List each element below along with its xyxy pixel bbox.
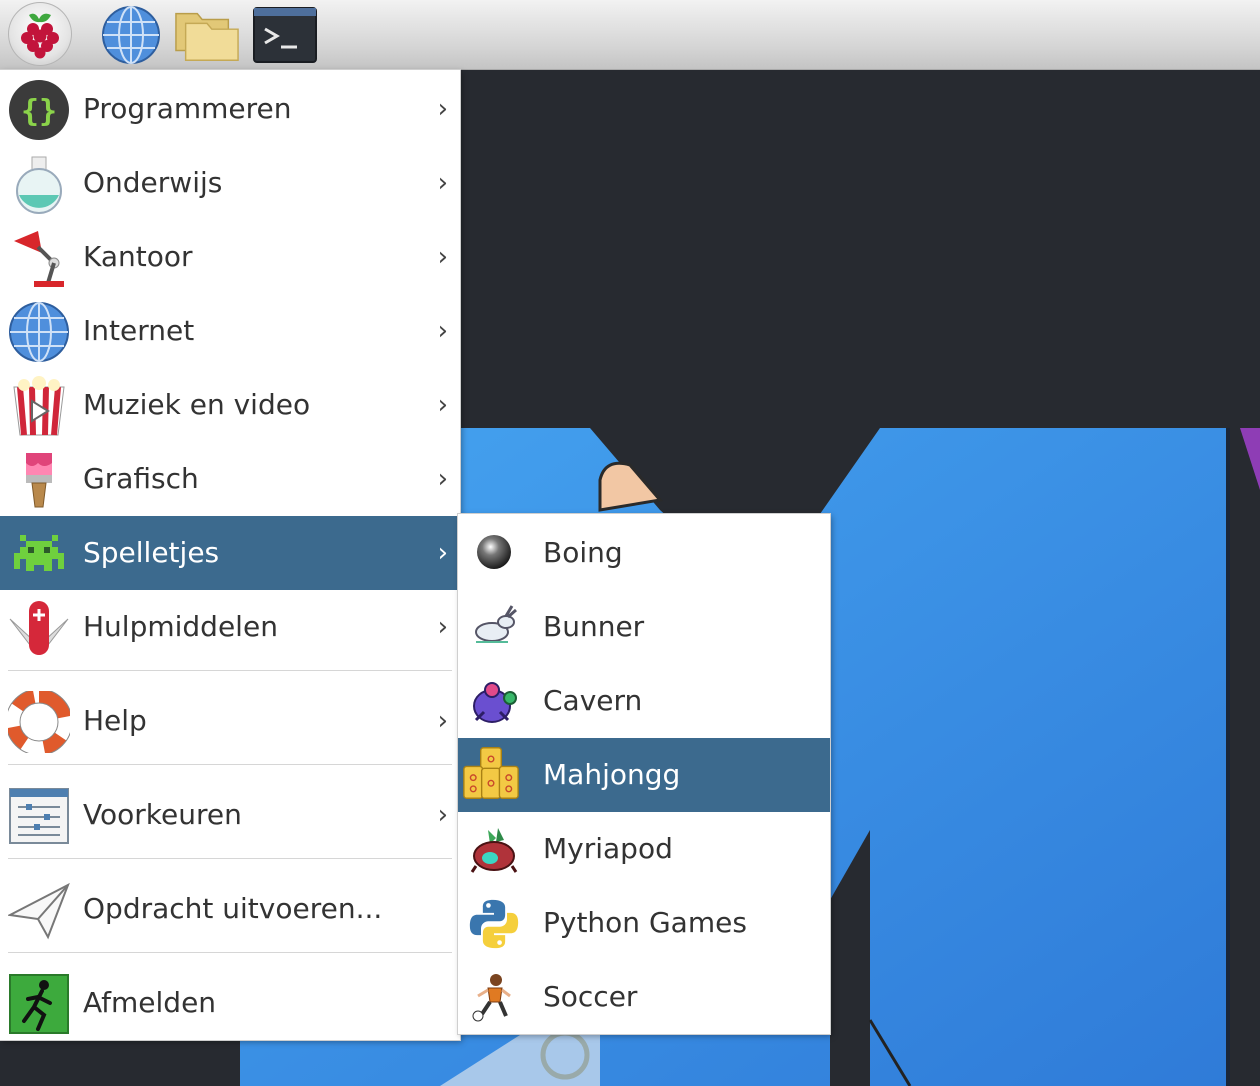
menu-item-cavern[interactable]: Cavern (458, 664, 830, 738)
raspberry-menu-button[interactable] (8, 2, 72, 66)
menu-item-label: Hulpmiddelen (83, 610, 278, 643)
menu-item-label: Mahjongg (543, 758, 681, 791)
chevron-right-icon: › (437, 706, 448, 736)
menu-item-onderwijs[interactable]: Onderwijs › (0, 146, 460, 220)
menu-item-label: Boing (543, 536, 623, 569)
menu-item-label: Programmeren (83, 92, 292, 125)
chevron-right-icon: › (437, 242, 448, 272)
menu-separator (8, 952, 452, 953)
chevron-right-icon: › (437, 390, 448, 420)
chevron-right-icon: › (437, 168, 448, 198)
menu-item-label: Help (83, 704, 147, 737)
application-menu: {} Programmeren › Onderwijs › Kantoor › … (0, 70, 460, 1040)
menu-item-afmelden[interactable]: Afmelden (0, 966, 460, 1040)
menu-item-bunner[interactable]: Bunner (458, 590, 830, 664)
menu-separator (8, 670, 452, 671)
globe-icon (102, 6, 160, 64)
lifebuoy-icon (8, 691, 70, 753)
robot-icon (468, 676, 520, 728)
menu-item-programmeren[interactable]: {} Programmeren › (0, 72, 460, 146)
ball-icon (468, 528, 520, 580)
menu-item-label: Python Games (543, 906, 747, 939)
paintbrush-icon (8, 449, 70, 511)
menu-item-label: Afmelden (83, 986, 217, 1019)
python-icon (468, 898, 520, 950)
menu-item-spelletjes[interactable]: Spelletjes › (0, 516, 460, 590)
folder-icon (175, 12, 239, 61)
menu-item-voorkeuren[interactable]: Voorkeuren › (0, 778, 460, 852)
menu-item-help[interactable]: Help › (0, 684, 460, 758)
menu-item-internet[interactable]: Internet › (0, 294, 460, 368)
swiss-knife-icon (8, 597, 70, 659)
menu-item-label: Soccer (543, 980, 638, 1013)
mahjongg-tiles-icon (463, 747, 520, 802)
menu-item-soccer[interactable]: Soccer (458, 960, 830, 1034)
games-submenu: Boing Bunner Cavern Mahjongg Myriapod Py… (458, 514, 830, 1034)
menu-item-label: Grafisch (83, 462, 199, 495)
globe-icon (8, 301, 70, 363)
menu-separator (8, 858, 452, 859)
soccer-player-icon (468, 972, 520, 1024)
space-invader-icon (8, 523, 70, 585)
menu-item-label: Cavern (543, 684, 643, 717)
myriapod-icon (468, 824, 520, 876)
taskbar (0, 0, 1260, 70)
menu-item-label: Voorkeuren (83, 798, 242, 831)
chevron-right-icon: › (437, 94, 448, 124)
chevron-right-icon: › (437, 464, 448, 494)
chevron-right-icon: › (437, 800, 448, 830)
menu-item-label: Myriapod (543, 832, 673, 865)
exit-runner-icon (8, 973, 70, 1035)
paper-plane-icon (8, 879, 70, 941)
programming-icon: {} (8, 79, 70, 141)
menu-item-opdracht-uitvoeren[interactable]: Opdracht uitvoeren... (0, 872, 460, 946)
menu-item-label: Kantoor (83, 240, 193, 273)
web-browser-button[interactable] (98, 2, 164, 68)
menu-item-label: Bunner (543, 610, 645, 643)
desk-lamp-icon (8, 227, 70, 289)
file-manager-button[interactable] (174, 2, 240, 68)
menu-separator (8, 764, 452, 765)
menu-item-label: Spelletjes (83, 536, 220, 569)
terminal-icon (253, 7, 317, 63)
flask-icon (8, 153, 70, 215)
menu-item-hulpmiddelen[interactable]: Hulpmiddelen › (0, 590, 460, 664)
svg-text:{}: {} (21, 94, 57, 129)
rabbit-icon (468, 602, 520, 654)
chevron-right-icon: › (437, 612, 448, 642)
menu-item-myriapod[interactable]: Myriapod (458, 812, 830, 886)
menu-item-label: Opdracht uitvoeren... (83, 892, 383, 925)
menu-item-muziek-en-video[interactable]: Muziek en video › (0, 368, 460, 442)
chevron-right-icon: › (437, 538, 448, 568)
chevron-right-icon: › (437, 316, 448, 346)
terminal-button[interactable] (252, 2, 318, 68)
menu-item-label: Internet (83, 314, 195, 347)
menu-item-label: Onderwijs (83, 166, 223, 199)
menu-item-mahjongg[interactable]: Mahjongg (458, 738, 830, 812)
menu-item-grafisch[interactable]: Grafisch › (0, 442, 460, 516)
raspberry-icon (21, 13, 59, 59)
menu-item-label: Muziek en video (83, 388, 311, 421)
popcorn-icon (8, 375, 70, 437)
menu-item-boing[interactable]: Boing (458, 516, 830, 590)
menu-item-kantoor[interactable]: Kantoor › (0, 220, 460, 294)
menu-item-python-games[interactable]: Python Games (458, 886, 830, 960)
sliders-icon (8, 785, 70, 847)
